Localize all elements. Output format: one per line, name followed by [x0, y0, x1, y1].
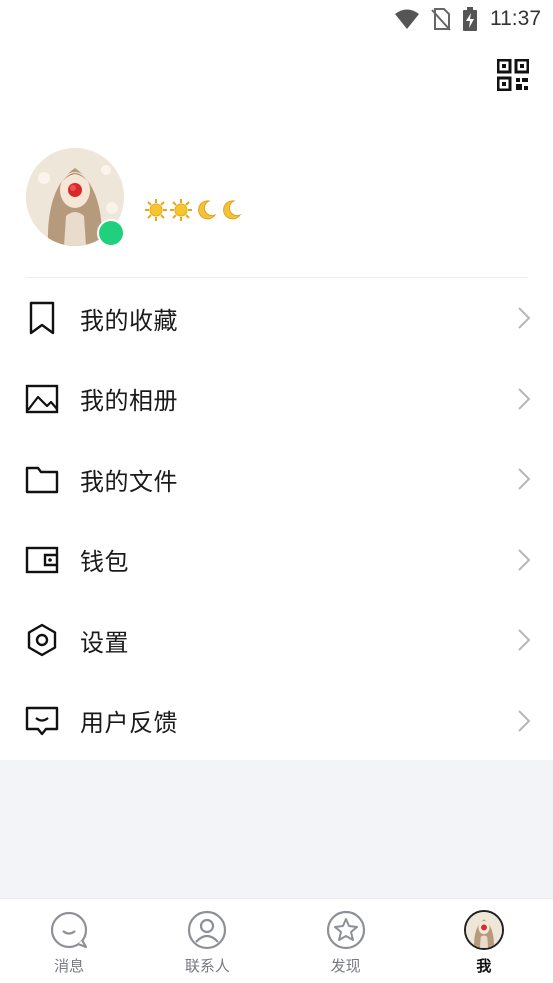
tab-messages[interactable]: 消息	[0, 899, 138, 983]
tab-label: 联系人	[184, 957, 230, 975]
chevron-right-icon	[518, 549, 531, 571]
no-sim-icon	[431, 8, 451, 31]
contacts-icon	[188, 910, 227, 950]
level-badges	[144, 198, 243, 222]
settings-icon	[24, 622, 60, 658]
wallet-icon	[24, 542, 60, 578]
message-icon	[51, 911, 88, 949]
chevron-right-icon	[518, 710, 531, 732]
menu-item-label: 设置	[80, 628, 129, 657]
moon-icon	[198, 200, 217, 220]
qr-code-icon	[496, 58, 530, 92]
qr-code-button[interactable]	[496, 58, 530, 92]
tab-me[interactable]: 我	[415, 899, 553, 983]
menu-item-label: 我的相册	[80, 387, 178, 416]
tab-label: 发现	[330, 957, 361, 975]
menu-item-label: 用户反馈	[80, 709, 178, 738]
status-icons: 11:37	[394, 4, 541, 34]
menu-item-feedback[interactable]: 用户反馈	[0, 681, 553, 762]
wifi-icon	[395, 9, 419, 29]
feedback-icon	[24, 703, 60, 739]
menu-item-wallet[interactable]: 钱包	[0, 520, 553, 601]
sun-icon	[145, 199, 167, 221]
menu-item-settings[interactable]: 设置	[0, 600, 553, 681]
tab-label: 消息	[54, 957, 85, 975]
bookmark-icon	[24, 300, 60, 336]
menu-item-album[interactable]: 我的相册	[0, 359, 553, 440]
discover-icon	[326, 910, 365, 950]
tab-label: 我	[476, 957, 492, 975]
menu-item-files[interactable]: 我的文件	[0, 439, 553, 520]
profile-header	[26, 148, 536, 258]
content-background	[0, 760, 553, 898]
folder-icon	[24, 461, 60, 497]
menu-item-favorites[interactable]: 我的收藏	[0, 278, 553, 359]
sun-icon	[170, 199, 192, 221]
chevron-right-icon	[518, 388, 531, 410]
moon-icon	[223, 200, 242, 220]
online-status-indicator	[97, 219, 125, 247]
image-icon	[24, 381, 60, 417]
battery-charging-icon	[463, 7, 477, 31]
chevron-right-icon	[518, 307, 531, 329]
chevron-right-icon	[518, 468, 531, 490]
status-time: 11:37	[490, 7, 541, 30]
bottom-tab-bar: 消息 联系人 发现 我	[0, 898, 553, 983]
tab-discover[interactable]: 发现	[277, 899, 415, 983]
menu-item-label: 我的文件	[80, 467, 178, 496]
tab-contacts[interactable]: 联系人	[138, 899, 276, 983]
status-bar: 11:37	[0, 0, 553, 38]
menu-list: 我的收藏 我的相册 我的文件 钱包 设置 用户反馈	[0, 278, 553, 761]
menu-item-label: 钱包	[80, 548, 129, 577]
chevron-right-icon	[518, 629, 531, 651]
avatar	[463, 910, 504, 950]
profile-avatar-button[interactable]	[26, 148, 125, 247]
menu-item-label: 我的收藏	[80, 306, 178, 335]
